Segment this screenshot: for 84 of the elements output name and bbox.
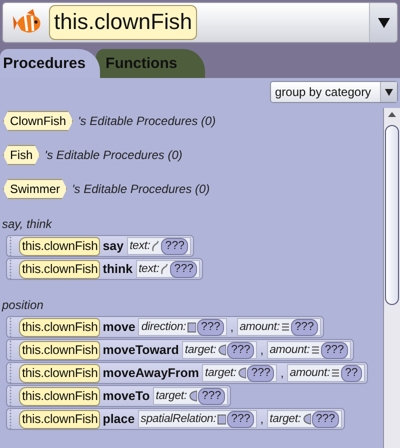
parameter-label: amount:	[270, 344, 310, 356]
target-tile[interactable]: this.clownFish	[19, 260, 100, 278]
type-tile[interactable]: Swimmer	[3, 179, 67, 199]
value-tile[interactable]: ??	[340, 364, 362, 382]
category-label: position	[2, 298, 44, 314]
parameter-slot[interactable]: text: ???	[136, 260, 200, 278]
group-by-dropdown[interactable]: group by category	[270, 81, 398, 103]
comma-separator: ,	[260, 412, 264, 426]
parameter-label: text:	[138, 263, 160, 275]
parameter-slot[interactable]: amount: ???	[266, 341, 351, 359]
value-tile[interactable]: ???	[320, 342, 348, 358]
method-name: place	[102, 412, 135, 426]
object-icon	[302, 413, 311, 425]
procedure-block[interactable]: this.clownFish say text: ???	[6, 235, 194, 257]
scrollbar-thumb[interactable]	[385, 125, 399, 305]
object-icon	[217, 344, 226, 356]
method-name: move	[102, 320, 136, 334]
dropdown-arrow-icon	[376, 16, 390, 28]
target-tile[interactable]: this.clownFish	[19, 364, 100, 382]
scrollbar-track[interactable]	[383, 108, 400, 448]
parameter-label: amount:	[240, 321, 280, 333]
value-tile[interactable]: ???	[197, 318, 224, 336]
procedure-block[interactable]: this.clownFish moveAwayFrom target: ??? , amount: ??	[6, 362, 368, 384]
section-label: 's Editable Procedures (0)	[72, 182, 210, 196]
number-icon	[330, 367, 340, 379]
procedure-block[interactable]: this.clownFish move direction: ??? , amount: ???	[6, 316, 324, 338]
value-tile[interactable]: ???	[290, 318, 318, 336]
parameter-label: target:	[156, 390, 187, 402]
section-label: 's Editable Procedures (0)	[44, 148, 182, 162]
parameter-label: direction:	[141, 321, 186, 333]
value-tile[interactable]: ???	[198, 388, 226, 404]
parameter-slot[interactable]: spatialRelation: ???	[138, 410, 258, 428]
dropdown-arrow-icon	[385, 88, 393, 96]
procedure-block[interactable]: this.clownFish moveToward target: ??? , amount: ???	[6, 339, 354, 361]
category-label: say, think	[2, 217, 53, 233]
parameter-slot[interactable]: target: ???	[266, 410, 342, 428]
parameter-slot[interactable]: amount: ???	[236, 318, 321, 336]
parameter-slot[interactable]: direction: ???	[138, 318, 228, 336]
quill-icon	[151, 240, 160, 252]
value-tile[interactable]: ???	[227, 342, 254, 358]
value-tile[interactable]: ???	[247, 364, 274, 382]
parameter-slot[interactable]: text: ???	[126, 237, 192, 255]
parameter-label: amount:	[290, 367, 330, 379]
object-name[interactable]: this.clownFish	[49, 5, 198, 40]
parameter-slot[interactable]: amount: ??	[286, 364, 365, 382]
parameter-slot[interactable]: target: ???	[152, 387, 228, 405]
number-icon	[280, 321, 290, 333]
value-tile[interactable]: ???	[227, 410, 254, 428]
type-tile[interactable]: ClownFish	[3, 111, 74, 131]
type-tile[interactable]: Fish	[3, 145, 40, 165]
target-tile[interactable]: this.clownFish	[19, 410, 100, 428]
object-icon	[237, 367, 246, 379]
parameter-label: target:	[205, 367, 236, 379]
target-tile[interactable]: this.clownFish	[19, 318, 100, 336]
object-icon	[188, 390, 197, 402]
parameter-slot[interactable]: target: ???	[182, 341, 258, 359]
method-name: moveAwayFrom	[102, 366, 200, 380]
procedure-block[interactable]: this.clownFish think text: ???	[6, 258, 204, 280]
parameter-label: spatialRelation:	[140, 413, 216, 425]
parameter-label: text:	[130, 240, 150, 252]
number-icon	[310, 344, 320, 356]
parameter-slot[interactable]: target: ???	[202, 364, 278, 382]
target-tile[interactable]: this.clownFish	[19, 236, 100, 256]
quill-icon	[160, 263, 170, 275]
method-name: moveTo	[102, 389, 150, 403]
parameter-label: target:	[184, 344, 216, 356]
procedure-block[interactable]: this.clownFish place spatialRelation: ??? , target: ???	[6, 408, 346, 430]
comma-separator: ,	[280, 366, 284, 380]
method-name: think	[102, 262, 133, 276]
dropdown-value: group by category	[275, 85, 372, 99]
tab[interactable]: Procedures	[0, 49, 100, 78]
parameter-label: target:	[270, 413, 301, 425]
comma-separator: ,	[230, 320, 234, 334]
procedure-block[interactable]: this.clownFish moveTo target: ???	[6, 385, 232, 407]
value-tile[interactable]: ???	[170, 260, 198, 278]
target-tile[interactable]: this.clownFish	[19, 340, 100, 360]
dropdown-button[interactable]	[369, 3, 397, 42]
value-tile[interactable]: ???	[161, 238, 188, 254]
target-tile[interactable]: this.clownFish	[19, 386, 100, 406]
method-name: say	[102, 239, 124, 253]
method-name: moveToward	[102, 343, 179, 357]
comma-separator: ,	[260, 343, 264, 357]
section-label: 's Editable Procedures (0)	[78, 114, 216, 128]
value-tile[interactable]: ???	[312, 410, 340, 428]
